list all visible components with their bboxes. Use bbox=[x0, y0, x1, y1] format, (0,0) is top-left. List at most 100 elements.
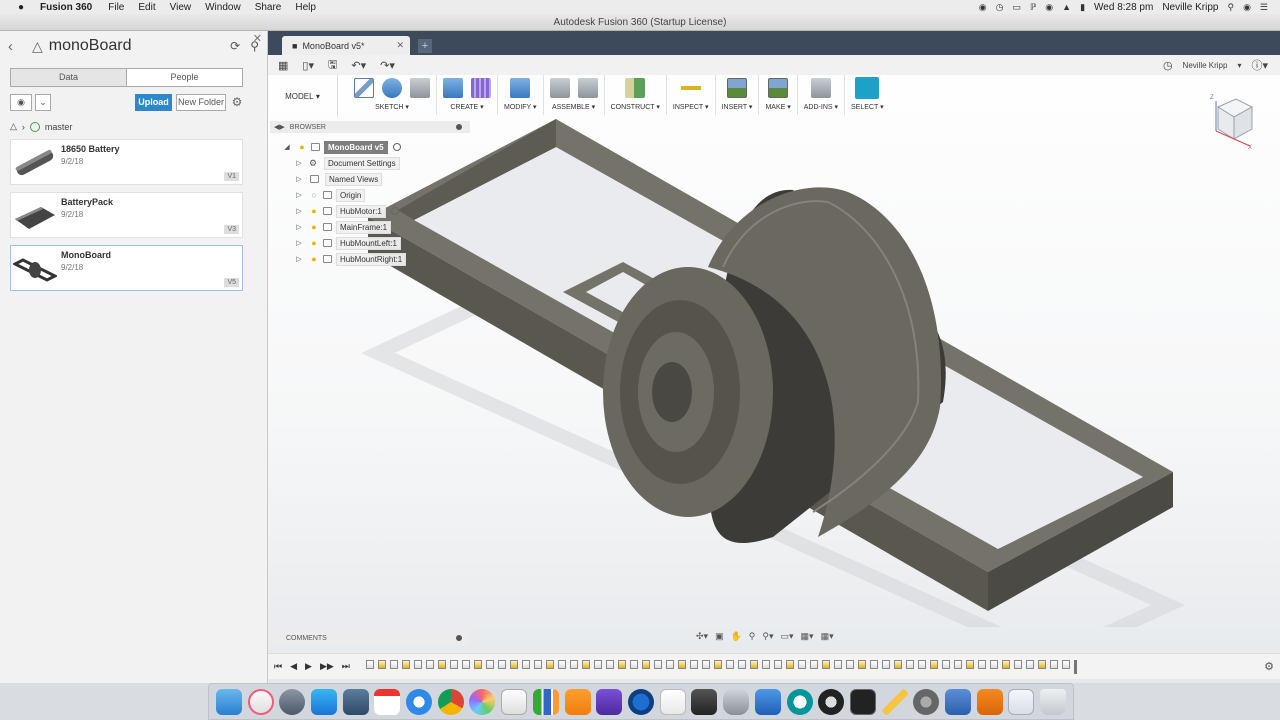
timeline-feature[interactable] bbox=[965, 659, 974, 669]
trash-icon[interactable] bbox=[1040, 688, 1067, 715]
zoom-icon[interactable]: ⚲▾ bbox=[762, 631, 773, 642]
timeline-feature[interactable] bbox=[929, 659, 938, 669]
menu-view[interactable]: View bbox=[170, 2, 192, 13]
launchpad-icon[interactable] bbox=[279, 688, 306, 715]
timeline-feature[interactable] bbox=[737, 659, 746, 669]
file-menu-icon[interactable]: ▯▾ bbox=[302, 59, 314, 72]
rectangle-icon[interactable] bbox=[410, 78, 430, 98]
safari-icon[interactable] bbox=[406, 688, 433, 715]
ribbon-group-inspect[interactable]: INSPECT ▾ bbox=[667, 75, 716, 115]
app-store-icon[interactable] bbox=[310, 688, 337, 715]
extrude-icon[interactable] bbox=[443, 78, 463, 98]
visibility-bulb-icon[interactable]: ● bbox=[297, 142, 307, 152]
tree-item-hubmountleft[interactable]: ▷ ● HubMountLeft:1 bbox=[270, 235, 470, 251]
visibility-bulb-icon[interactable]: ● bbox=[309, 206, 319, 216]
record-icon[interactable]: ◉ bbox=[979, 2, 987, 13]
timeline-feature[interactable] bbox=[869, 659, 878, 669]
timeline-end-icon[interactable]: ⏭ bbox=[342, 661, 350, 672]
timeline-feature[interactable] bbox=[461, 659, 470, 669]
expand-triangle-icon[interactable]: ▷ bbox=[294, 255, 304, 263]
system-preferences-icon[interactable] bbox=[913, 688, 940, 715]
new-folder-button[interactable]: New Folder bbox=[176, 93, 226, 111]
timeline-feature[interactable] bbox=[845, 659, 854, 669]
expand-triangle-icon[interactable]: ▷ bbox=[294, 207, 304, 215]
spotlight-icon[interactable]: ⚲ bbox=[1227, 2, 1234, 13]
scripts-icon[interactable] bbox=[810, 78, 831, 98]
pin-icon[interactable] bbox=[456, 124, 462, 130]
visibility-bulb-icon[interactable]: ● bbox=[309, 254, 319, 264]
file-card-batterypack[interactable]: BatteryPack 9/2/18 V3 bbox=[10, 192, 243, 238]
apple-icon[interactable]: ● bbox=[14, 2, 28, 13]
timeline-feature[interactable] bbox=[1025, 659, 1034, 669]
timeline-feature[interactable] bbox=[953, 659, 962, 669]
timeline-forward-icon[interactable]: ▶▶ bbox=[320, 661, 334, 672]
joint-icon[interactable] bbox=[577, 78, 598, 98]
menu-file[interactable]: File bbox=[108, 2, 124, 13]
workspace-switcher[interactable]: MODEL ▾ bbox=[268, 75, 338, 117]
menu-share[interactable]: Share bbox=[255, 2, 282, 13]
select-cursor-icon[interactable] bbox=[855, 77, 880, 99]
undo-icon[interactable]: ↶▾ bbox=[351, 59, 366, 72]
timeline-feature[interactable] bbox=[893, 659, 902, 669]
redo-icon[interactable]: ↷▾ bbox=[380, 59, 395, 72]
timeline-feature[interactable] bbox=[449, 659, 458, 669]
file-card-18650-battery[interactable]: 18650 Battery 9/2/18 V1 bbox=[10, 139, 243, 185]
timeline-feature[interactable] bbox=[1013, 659, 1022, 669]
tree-item-origin[interactable]: ▷ ○ Origin bbox=[270, 187, 470, 203]
form-icon[interactable] bbox=[471, 78, 491, 98]
timeline-feature[interactable] bbox=[413, 659, 422, 669]
expand-triangle-icon[interactable]: ◢ bbox=[282, 143, 292, 151]
tree-item-document-settings[interactable]: ▷ ⚙ Document Settings bbox=[270, 155, 470, 171]
upload-button[interactable]: Upload bbox=[135, 93, 172, 111]
menu-window[interactable]: Window bbox=[205, 2, 241, 13]
timeline-feature[interactable] bbox=[857, 659, 866, 669]
timeline-feature[interactable] bbox=[989, 659, 998, 669]
hub-icon[interactable]: △ bbox=[10, 121, 17, 132]
offset-plane-icon[interactable] bbox=[625, 78, 646, 98]
itunes-icon[interactable] bbox=[247, 688, 274, 715]
timeline-feature[interactable] bbox=[917, 659, 926, 669]
tab-data[interactable]: Data bbox=[11, 69, 127, 86]
timeline-feature[interactable] bbox=[689, 659, 698, 669]
timeline-feature[interactable] bbox=[389, 659, 398, 669]
fusion-360-icon[interactable] bbox=[976, 688, 1003, 715]
ribbon-group-insert[interactable]: INSERT ▾ bbox=[716, 75, 760, 115]
timeline-start-icon[interactable]: ⏮ bbox=[274, 661, 282, 672]
document-tab[interactable]: ■ MonoBoard v5* ✕ bbox=[282, 36, 410, 55]
timeline-feature[interactable] bbox=[677, 659, 686, 669]
imovie-icon[interactable] bbox=[596, 688, 623, 715]
clock[interactable]: Wed 8:28 pm bbox=[1094, 2, 1153, 13]
activate-target-icon[interactable] bbox=[390, 207, 399, 215]
timeline-feature[interactable] bbox=[533, 659, 542, 669]
timeline-feature[interactable] bbox=[713, 659, 722, 669]
expand-triangle-icon[interactable]: ▷ bbox=[294, 175, 304, 183]
timeline-feature[interactable] bbox=[641, 659, 650, 669]
document-icon[interactable] bbox=[659, 688, 686, 715]
database-icon[interactable] bbox=[723, 688, 750, 715]
quicktime-icon[interactable] bbox=[627, 688, 654, 715]
timeline-feature[interactable] bbox=[941, 659, 950, 669]
vs-app-icon[interactable] bbox=[945, 688, 972, 715]
refresh-icon[interactable]: ⟳ bbox=[230, 39, 240, 53]
timeline-feature[interactable] bbox=[725, 659, 734, 669]
downloads-folder-icon[interactable] bbox=[1008, 688, 1035, 715]
timeline-marker[interactable] bbox=[1073, 659, 1077, 674]
close-tab-icon[interactable]: ✕ bbox=[396, 40, 404, 51]
timeline-feature[interactable] bbox=[521, 659, 530, 669]
gear-icon[interactable]: ⚙ bbox=[1264, 660, 1274, 673]
timeline-feature[interactable] bbox=[425, 659, 434, 669]
timeline-feature[interactable] bbox=[1037, 659, 1046, 669]
grid-settings-icon[interactable]: ▦▾ bbox=[801, 631, 814, 642]
timeline-feature[interactable] bbox=[365, 659, 374, 669]
view-dropdown-button[interactable]: ⌄ bbox=[35, 93, 51, 111]
orbit-icon[interactable]: ✣▾ bbox=[696, 631, 708, 642]
timeline-feature[interactable] bbox=[473, 659, 482, 669]
comments-panel[interactable]: COMMENTS bbox=[270, 631, 470, 645]
browser-header[interactable]: ◀▶ BROWSER bbox=[270, 121, 470, 133]
textedit-icon[interactable] bbox=[501, 688, 528, 715]
calendar-icon[interactable] bbox=[374, 688, 401, 715]
timeline-feature[interactable] bbox=[665, 659, 674, 669]
tree-item-hubmotor[interactable]: ▷ ● HubMotor:1 bbox=[270, 203, 470, 219]
timeline-feature[interactable] bbox=[377, 659, 386, 669]
photos-icon[interactable] bbox=[469, 688, 496, 715]
